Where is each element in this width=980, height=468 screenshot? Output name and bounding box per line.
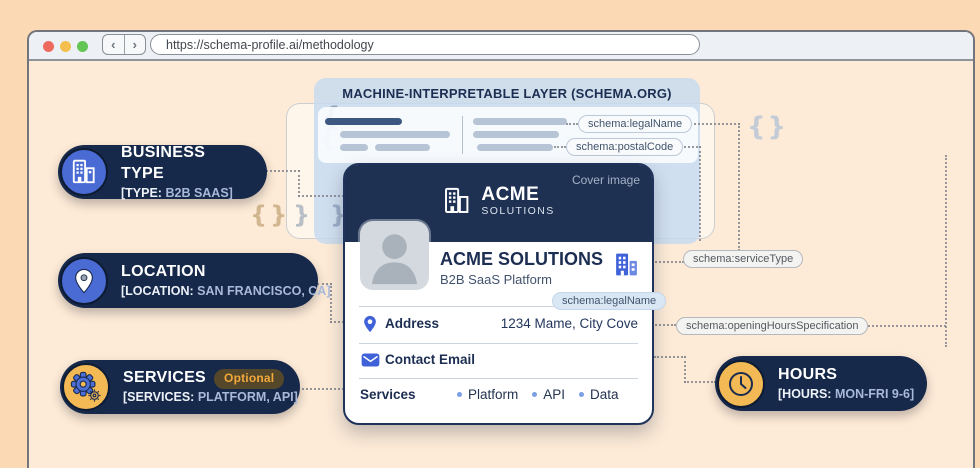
- connector: [654, 356, 686, 358]
- back-button[interactable]: ‹: [103, 35, 125, 54]
- bullet-icon: [532, 392, 538, 397]
- buildings-icon: [60, 148, 108, 196]
- map-pin-icon: [60, 256, 108, 305]
- connector: [330, 321, 344, 323]
- skeleton-bar: [473, 131, 559, 138]
- zoom-window-button[interactable]: [77, 41, 88, 52]
- skeleton-bar: [477, 144, 553, 151]
- brace-pair-icon: {}: [747, 112, 789, 142]
- optional-badge: Optional: [214, 369, 285, 389]
- service-item: API: [532, 387, 565, 402]
- divider: [359, 343, 638, 344]
- skeleton-divider: [462, 116, 463, 154]
- services-label: Services: [360, 387, 416, 402]
- envelope-icon: [361, 353, 380, 367]
- service-name: Platform: [468, 387, 519, 402]
- logo-name: ACME: [481, 184, 540, 205]
- skeleton-bar: [340, 131, 450, 138]
- connector: [738, 123, 740, 251]
- pill-value: MON-FRI 9-6]: [834, 386, 915, 401]
- schema-service-type-chip: schema:serviceType: [683, 250, 804, 268]
- schema-legal-name-chip: schema:legalName: [552, 292, 667, 310]
- skeleton-bar: [375, 144, 430, 151]
- service-name: Data: [590, 387, 619, 402]
- schema-legal-name-chip: schema:legalName: [578, 115, 693, 133]
- connector: [684, 381, 716, 383]
- map-pin-icon: [364, 315, 376, 333]
- pill-title: LOCATION: [121, 262, 206, 280]
- schema-opening-hours-chip: schema:openingHoursSpecification: [676, 317, 869, 335]
- logo-subname: SOLUTIONS: [481, 205, 555, 217]
- minimize-window-button[interactable]: [60, 41, 71, 52]
- divider: [359, 378, 638, 379]
- brace-pair-icon: {}: [250, 201, 291, 229]
- pill-title: SERVICES: [123, 369, 207, 387]
- connector: [684, 356, 686, 383]
- back-icon: ‹: [111, 37, 116, 52]
- schema-postal-code-chip: schema:postalCode: [566, 138, 684, 156]
- pill-key: [TYPE:: [121, 185, 162, 200]
- connector: [554, 146, 566, 148]
- services-pill: SERVICES Optional [SERVICES: PLATFORM, AP…: [60, 360, 300, 414]
- pill-value: PLATFORM, API]: [197, 390, 298, 405]
- bullet-icon: [457, 392, 462, 397]
- pill-key: [LOCATION:: [121, 283, 194, 298]
- hours-pill: HOURS [HOURS: MON-FRI 9-6]: [715, 356, 927, 411]
- address-value: 1234 Mame, City Cove: [500, 316, 638, 331]
- pill-value: SAN FRANCISCO, CA]: [197, 283, 331, 298]
- service-item: Platform: [457, 387, 518, 402]
- gear-icon: [62, 363, 110, 411]
- connector: [266, 170, 300, 172]
- schema-layer-title: MACHINE-INTERPRETABLE LAYER (SCHEMA.ORG): [342, 86, 672, 101]
- services-list: Platform API Data: [457, 387, 619, 402]
- address-label: Address: [385, 316, 440, 331]
- pill-key: [HOURS:: [778, 386, 832, 401]
- forward-icon: ›: [132, 37, 137, 52]
- profile-card: Cover image ACME SOLUTIONS ACME SOLUTION…: [343, 163, 667, 425]
- page: ‹ › https://schema-profile.ai/methodolog…: [0, 0, 980, 468]
- email-label: Contact Email: [385, 352, 476, 367]
- person-icon: [371, 234, 418, 285]
- skeleton-bar: [325, 118, 402, 125]
- clock-icon: [717, 359, 765, 408]
- nav-buttons: ‹ ›: [102, 34, 146, 55]
- business-type-pill: BUSINESS TYPE [TYPE: B2B SAAS]: [58, 144, 267, 200]
- buildings-icon: [445, 187, 469, 213]
- connector: [945, 155, 947, 347]
- bullet-icon: [579, 392, 585, 397]
- connector: [566, 123, 578, 125]
- pill-title: BUSINESS TYPE: [121, 144, 206, 182]
- close-window-button[interactable]: [43, 41, 54, 52]
- connector: [298, 195, 344, 197]
- company-name: ACME SOLUTIONS: [440, 249, 604, 269]
- pill-title: HOURS: [778, 365, 838, 383]
- skeleton-bar: [473, 118, 567, 125]
- service-item: Data: [579, 387, 619, 402]
- connector: [652, 324, 676, 326]
- url-text: https://schema-profile.ai/methodology: [166, 37, 374, 52]
- company-tagline: B2B SaaS Platform: [440, 272, 552, 287]
- buildings-icon: [616, 253, 637, 276]
- forward-button[interactable]: ›: [125, 35, 146, 54]
- window-controls: [43, 41, 88, 52]
- company-logo: ACME SOLUTIONS: [345, 185, 652, 217]
- url-bar[interactable]: https://schema-profile.ai/methodology: [150, 34, 700, 55]
- connector: [699, 146, 701, 241]
- pill-key: [SERVICES:: [123, 390, 195, 405]
- connector: [298, 170, 300, 197]
- location-pill: LOCATION [LOCATION: SAN FRANCISCO, CA]: [58, 253, 331, 308]
- browser-chrome: ‹ › https://schema-profile.ai/methodolog…: [29, 32, 973, 61]
- avatar: [360, 221, 429, 290]
- service-name: API: [543, 387, 566, 402]
- skeleton-bar: [340, 144, 368, 151]
- brace-icon: }: [293, 201, 311, 229]
- pill-value: B2B SAAS]: [165, 185, 233, 200]
